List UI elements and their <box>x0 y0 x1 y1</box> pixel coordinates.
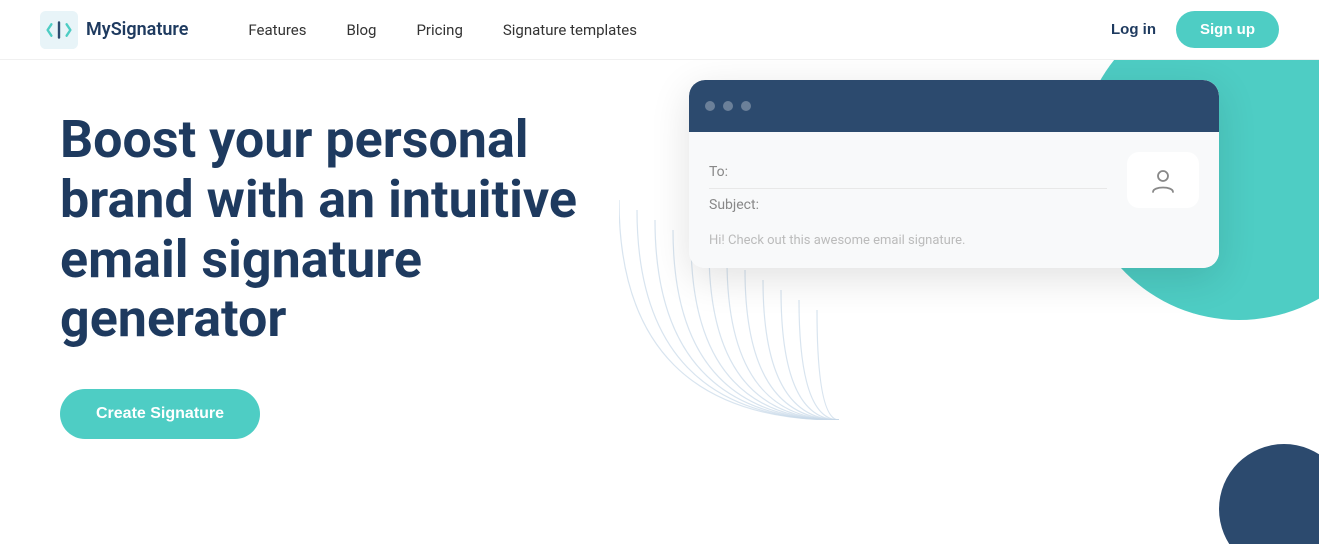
hero-title: Boost your personal brand with an intuit… <box>60 110 620 349</box>
email-card-body: To: Subject: Hi! Check out this awesome … <box>689 132 1219 268</box>
logo-link[interactable]: MySignature <box>40 11 188 49</box>
navbar: MySignature Features Blog Pricing Signat… <box>0 0 1319 60</box>
header-dot-3 <box>741 101 751 111</box>
signup-button[interactable]: Sign up <box>1176 11 1279 48</box>
email-to-row: To: <box>709 156 1107 189</box>
nav-pricing[interactable]: Pricing <box>416 21 462 39</box>
nav-actions: Log in Sign up <box>1111 11 1279 48</box>
nav-signature-templates[interactable]: Signature templates <box>503 21 637 39</box>
hero-section: Boost your personal brand with an intuit… <box>0 60 1319 544</box>
email-subject-row: Subject: <box>709 189 1107 221</box>
brand-name: MySignature <box>86 19 188 40</box>
email-card-header <box>689 80 1219 132</box>
hero-left: Boost your personal brand with an intuit… <box>0 60 620 544</box>
person-icon <box>1149 166 1177 194</box>
avatar-area <box>1127 152 1199 208</box>
login-button[interactable]: Log in <box>1111 21 1156 38</box>
hero-right: To: Subject: Hi! Check out this awesome … <box>569 60 1319 544</box>
email-message: Hi! Check out this awesome email signatu… <box>709 221 1199 252</box>
header-dot-2 <box>723 101 733 111</box>
subject-label: Subject: <box>709 197 759 213</box>
email-preview-card: To: Subject: Hi! Check out this awesome … <box>689 80 1219 268</box>
email-compose-area: To: Subject: <box>709 148 1199 221</box>
nav-features[interactable]: Features <box>248 21 306 39</box>
nav-links: Features Blog Pricing Signature template… <box>248 21 1111 39</box>
nav-blog[interactable]: Blog <box>346 21 376 39</box>
create-signature-button[interactable]: Create Signature <box>60 389 260 439</box>
header-dot-1 <box>705 101 715 111</box>
navy-circle-decoration <box>1219 444 1319 544</box>
to-label: To: <box>709 164 728 180</box>
to-subject-area: To: Subject: <box>709 156 1107 221</box>
logo-icon <box>40 11 78 49</box>
